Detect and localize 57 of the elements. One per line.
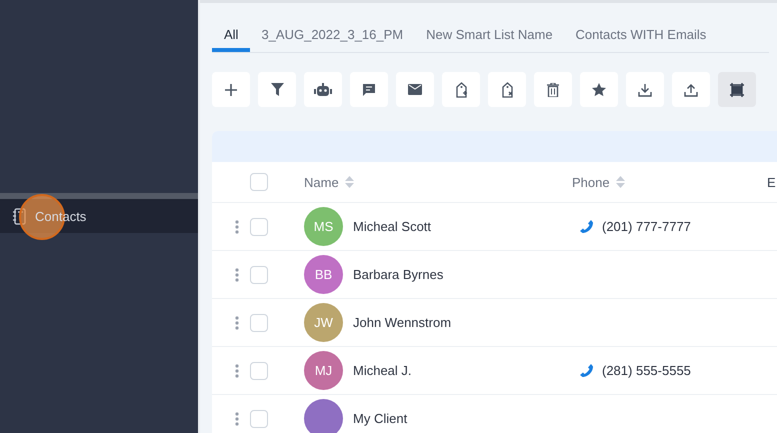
row-checkbox[interactable] xyxy=(250,362,268,380)
drag-handle-icon[interactable] xyxy=(235,220,239,234)
contact-name[interactable]: Micheal J. xyxy=(353,363,412,378)
drag-handle-icon[interactable] xyxy=(235,316,239,330)
tab[interactable]: Contacts WITH Emails xyxy=(564,23,718,52)
select-all-checkbox[interactable] xyxy=(250,173,268,191)
contact-name[interactable]: John Wennstrom xyxy=(353,315,452,330)
filter-button[interactable] xyxy=(258,72,296,107)
frame-button[interactable] xyxy=(718,72,756,107)
sort-icon[interactable] xyxy=(344,176,354,188)
chat-button[interactable] xyxy=(350,72,388,107)
drag-handle-icon[interactable] xyxy=(235,268,239,282)
contact-name[interactable]: Barbara Byrnes xyxy=(353,267,444,282)
column-header[interactable]: Name xyxy=(304,174,339,190)
contact-name[interactable]: My Client xyxy=(353,411,408,426)
phone-icon xyxy=(580,364,593,377)
download-icon xyxy=(638,82,652,96)
contact-name[interactable]: Micheal Scott xyxy=(353,219,432,234)
tab[interactable]: New Smart List Name xyxy=(414,23,565,52)
avatar: BB xyxy=(304,255,343,294)
avatar: MJ xyxy=(304,351,343,390)
row-checkbox[interactable] xyxy=(250,314,268,332)
avatar: MS xyxy=(304,207,343,246)
row-checkbox[interactable] xyxy=(250,266,268,284)
plus-button[interactable] xyxy=(212,72,250,107)
plus-icon xyxy=(224,82,238,96)
drag-handle-icon[interactable] xyxy=(235,412,239,426)
tag-cross-icon xyxy=(500,82,514,98)
trash-button[interactable] xyxy=(534,72,572,107)
column-header[interactable]: E xyxy=(767,174,776,190)
phone-number: (281) 555-5555 xyxy=(602,363,691,378)
mail-button[interactable] xyxy=(396,72,434,107)
phone-number: (201) 777-7777 xyxy=(602,219,691,234)
star-button[interactable] xyxy=(580,72,618,107)
tab[interactable]: 3_AUG_2022_3_16_PM xyxy=(249,23,416,52)
sort-icon[interactable] xyxy=(616,176,625,188)
column-header[interactable]: Phone xyxy=(572,174,610,190)
row-checkbox[interactable] xyxy=(250,218,268,236)
upload-icon xyxy=(684,82,698,96)
filter-icon xyxy=(270,83,284,96)
tag-cross-button[interactable] xyxy=(488,72,526,107)
tag-plus-button[interactable] xyxy=(442,72,480,107)
mail-icon xyxy=(408,84,422,95)
chat-icon xyxy=(362,82,376,96)
tag-plus-icon xyxy=(454,82,468,98)
drag-handle-icon[interactable] xyxy=(235,364,239,378)
phone-icon xyxy=(580,220,593,233)
upload-button[interactable] xyxy=(672,72,710,107)
frame-icon xyxy=(730,82,744,96)
star-icon xyxy=(592,82,606,96)
avatar: JW xyxy=(304,303,343,342)
row-checkbox[interactable] xyxy=(250,410,268,428)
robot-button[interactable] xyxy=(304,72,342,107)
robot-icon xyxy=(314,82,332,96)
tab[interactable]: All xyxy=(212,23,250,52)
trash-icon xyxy=(547,82,559,96)
download-button[interactable] xyxy=(626,72,664,107)
